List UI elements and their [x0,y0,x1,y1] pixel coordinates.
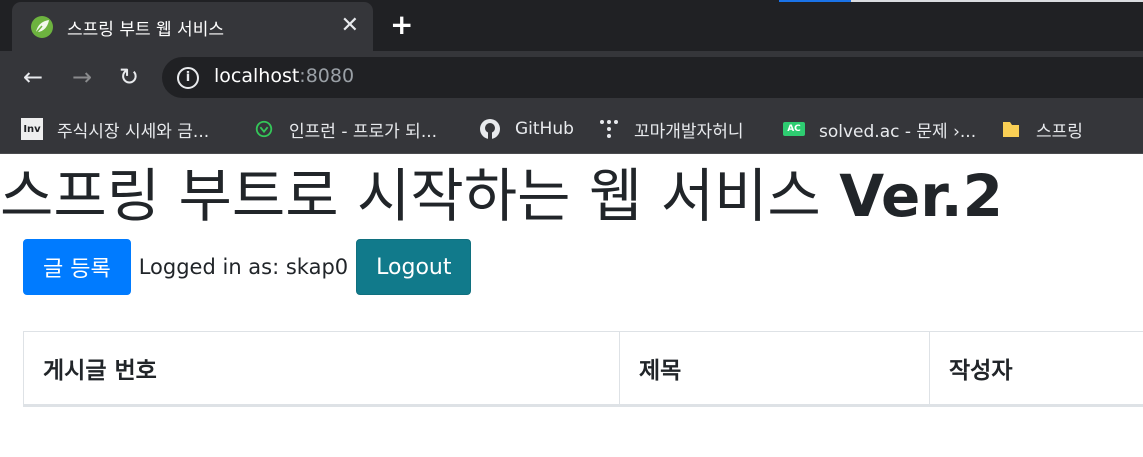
url-host: localhost [214,65,300,87]
bookmark-solvedac[interactable]: AC solved.ac - 문제 ›... [783,116,976,142]
column-header-author: 작성자 [929,331,1143,407]
spring-leaf-icon [31,16,53,38]
browser-tab[interactable]: 스프링 부트 웹 서비스 ✕ [12,2,373,51]
reload-icon[interactable]: ↻ [116,64,142,90]
bookmark-label: 인프런 - 프로가 되... [289,121,438,142]
bookmark-label: 스프링 [1036,121,1083,142]
info-icon[interactable]: i [177,67,199,89]
action-row: 글 등록 Logged in as: skap0 Logout [23,239,472,295]
bookmark-label: solved.ac - 문제 ›... [819,121,977,142]
bookmark-kkoma[interactable]: 꼬마개발자허니 [598,116,743,142]
folder-icon [1003,122,1019,137]
bookmark-investing[interactable]: Inv 주식시장 시세와 금... [21,116,209,142]
column-header-post-number: 게시글 번호 [23,331,620,407]
page-title: 스프링 부트로 시작하는 웹 서비스 Ver.2 [0,158,1003,234]
address-bar[interactable]: i localhost:8080 [162,57,1143,98]
bookmark-label: 꼬마개발자허니 [634,121,744,142]
logged-in-label: Logged in as: skap0 [138,255,349,279]
column-header-title: 제목 [619,331,930,407]
solvedac-icon: AC [783,122,805,136]
inflearn-icon [255,120,273,138]
browser-tabstrip: 스프링 부트 웹 서비스 ✕ + [0,0,1143,51]
url-text[interactable]: localhost:8080 [214,65,354,87]
browser-toolbar: ← → ↻ i localhost:8080 [0,51,1143,104]
dots-icon [600,120,618,138]
url-port: :8080 [299,65,355,87]
bookmark-label: 주식시장 시세와 금... [57,121,210,142]
tabstrip-accent [779,0,851,2]
close-icon[interactable]: ✕ [341,14,359,38]
bookmark-folder-spring[interactable]: 스프링 [1000,116,1083,142]
logout-button[interactable]: Logout [356,239,472,295]
github-icon [480,119,500,139]
tab-title: 스프링 부트 웹 서비스 [67,20,224,40]
page-title-version: Ver.2 [839,162,1004,230]
post-write-button[interactable]: 글 등록 [23,239,131,295]
investing-icon: Inv [21,118,43,140]
posts-table: 게시글 번호 제목 작성자 [23,331,1143,407]
tabstrip-accent-2 [851,0,1143,2]
back-arrow-icon[interactable]: ← [20,64,46,90]
table-header-row: 게시글 번호 제목 작성자 [23,331,1143,407]
new-tab-button[interactable]: + [390,10,413,40]
bookmark-label: GitHub [515,119,574,139]
bookmarks-bar: Inv 주식시장 시세와 금... 인프런 - 프로가 되... GitHub … [0,104,1143,154]
bookmark-github[interactable]: GitHub [479,116,574,142]
page-title-main: 스프링 부트로 시작하는 웹 서비스 [0,162,840,230]
forward-arrow-icon[interactable]: → [69,64,95,90]
bookmark-inflearn[interactable]: 인프런 - 프로가 되... [254,116,437,142]
